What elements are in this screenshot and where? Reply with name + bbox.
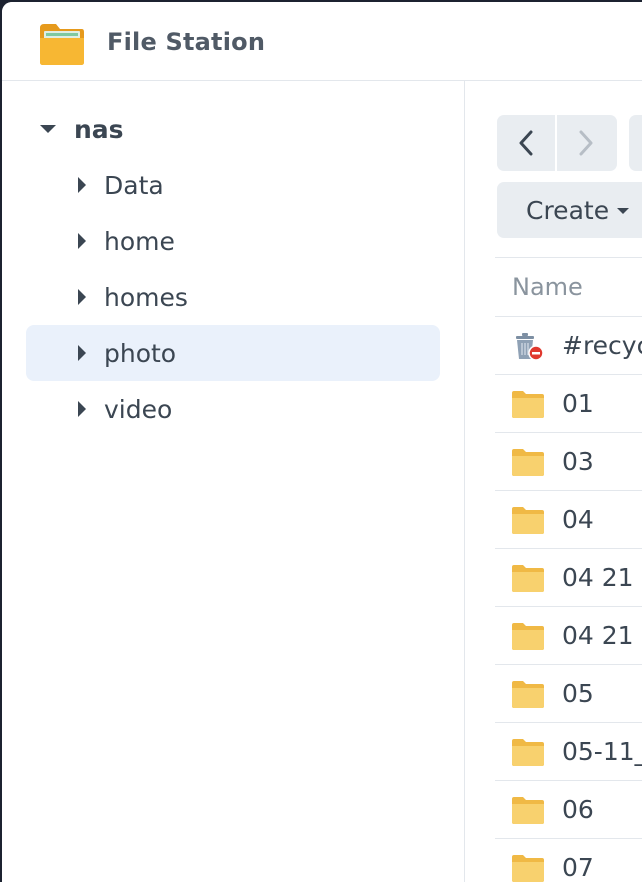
tree-item-label: video bbox=[104, 395, 172, 424]
app-title: File Station bbox=[107, 28, 265, 56]
folder-icon bbox=[511, 795, 545, 825]
recycle-bin-icon bbox=[511, 331, 545, 361]
caret-right-icon[interactable] bbox=[78, 345, 86, 361]
navigation-buttons bbox=[497, 115, 617, 171]
folder-icon bbox=[511, 679, 545, 709]
caret-down-icon[interactable] bbox=[40, 125, 56, 133]
caret-right-icon[interactable] bbox=[78, 289, 86, 305]
file-name: 04 bbox=[562, 505, 594, 534]
chevron-right-icon bbox=[578, 130, 594, 156]
forward-button[interactable] bbox=[557, 115, 615, 171]
column-header-name[interactable]: Name bbox=[495, 257, 642, 317]
file-station-window: File Station nas Data home homes photo v… bbox=[2, 2, 642, 882]
file-row[interactable]: 04 21 bbox=[495, 549, 642, 607]
caret-right-icon[interactable] bbox=[78, 401, 86, 417]
file-row[interactable]: 03 bbox=[495, 433, 642, 491]
file-name: 04 21 bbox=[562, 621, 634, 650]
folder-tree: nas Data home homes photo video bbox=[2, 81, 465, 882]
file-name: 05-11_ bbox=[562, 737, 642, 766]
file-list: Name #recyc bbox=[495, 257, 642, 882]
tree-item-label: photo bbox=[104, 339, 176, 368]
create-button[interactable]: Create bbox=[497, 182, 642, 238]
file-row[interactable]: 04 21 bbox=[495, 607, 642, 665]
folder-icon bbox=[511, 737, 545, 767]
folder-icon bbox=[511, 621, 545, 651]
column-header-label: Name bbox=[512, 273, 583, 301]
title-bar[interactable]: File Station bbox=[2, 2, 642, 81]
caret-down-icon bbox=[617, 208, 629, 214]
file-name: 06 bbox=[562, 795, 594, 824]
file-row[interactable]: 05-11_ bbox=[495, 723, 642, 781]
tree-item-video[interactable]: video bbox=[26, 381, 440, 437]
tree-item-label: homes bbox=[104, 283, 188, 312]
tree-item-data[interactable]: Data bbox=[26, 157, 440, 213]
file-name: #recyc bbox=[562, 331, 642, 360]
file-name: 07 bbox=[562, 853, 594, 882]
tree-root-nas[interactable]: nas bbox=[40, 109, 124, 149]
back-button[interactable] bbox=[497, 115, 555, 171]
folder-icon bbox=[511, 853, 545, 882]
file-row[interactable]: 04 bbox=[495, 491, 642, 549]
toolbar-button[interactable] bbox=[629, 115, 642, 171]
tree-item-home[interactable]: home bbox=[26, 213, 440, 269]
create-label: Create bbox=[526, 196, 609, 225]
folder-icon bbox=[511, 563, 545, 593]
file-row[interactable]: 01 bbox=[495, 375, 642, 433]
main-panel: Create Name #recyc bbox=[465, 81, 642, 882]
folder-icon bbox=[511, 389, 545, 419]
tree-item-photo[interactable]: photo bbox=[26, 325, 440, 381]
file-row[interactable]: 06 bbox=[495, 781, 642, 839]
folder-icon bbox=[511, 447, 545, 477]
file-row[interactable]: 05 bbox=[495, 665, 642, 723]
chevron-left-icon bbox=[518, 130, 534, 156]
file-row[interactable]: #recyc bbox=[495, 317, 642, 375]
file-name: 01 bbox=[562, 389, 594, 418]
file-station-icon bbox=[38, 22, 86, 66]
tree-item-homes[interactable]: homes bbox=[26, 269, 440, 325]
caret-right-icon[interactable] bbox=[78, 177, 86, 193]
file-name: 04 21 bbox=[562, 563, 634, 592]
folder-icon bbox=[511, 505, 545, 535]
file-name: 03 bbox=[562, 447, 594, 476]
tree-root-label: nas bbox=[74, 115, 124, 144]
tree-item-label: home bbox=[104, 227, 175, 256]
tree-item-label: Data bbox=[104, 171, 164, 200]
file-name: 05 bbox=[562, 679, 594, 708]
caret-right-icon[interactable] bbox=[78, 233, 86, 249]
